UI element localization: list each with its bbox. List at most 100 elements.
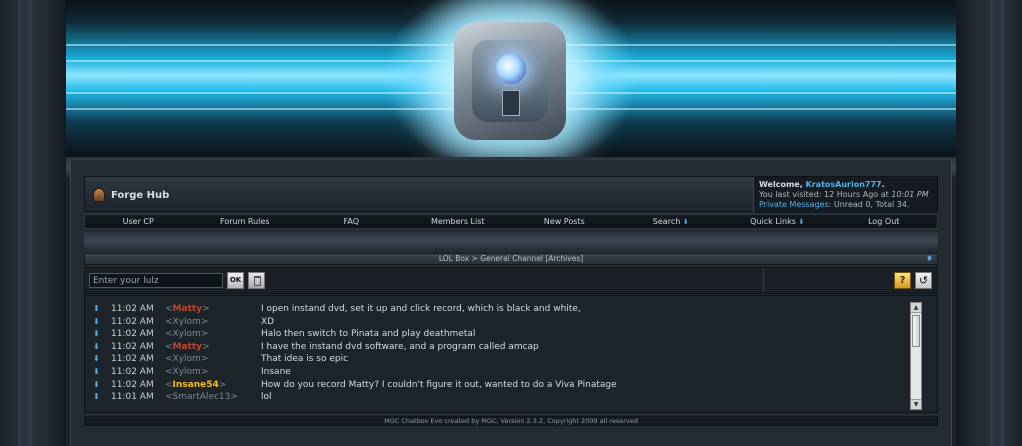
message-author[interactable]: <Xylom> (165, 316, 208, 328)
nav-search[interactable]: Search ⬇ (618, 215, 725, 228)
down-arrow-icon[interactable]: ⬇ (93, 391, 100, 403)
message-time: 11:02 AM (111, 367, 154, 377)
chat-message-row: ⬇ 11:01 AM <SmartAlec13> lol (85, 391, 905, 404)
last-visit-text: You last visited: 12 Hours Ago at (759, 190, 892, 199)
scroll-thumb[interactable] (912, 315, 920, 347)
nav-bar: User CP Forum Rules FAQ Members List New… (84, 214, 938, 229)
welcome-panel: Welcome, KratosAurion777. You last visit… (753, 177, 937, 213)
private-messages-counts: : Unread 0, Total 34. (828, 200, 910, 209)
down-arrow-icon[interactable]: ⬇ (93, 353, 100, 365)
nav-label: Forum Rules (220, 217, 270, 226)
message-text: How do you record Matty? I couldn't figu… (261, 379, 617, 390)
nav-label: User CP (122, 217, 154, 226)
message-author[interactable]: <Matty> (165, 303, 210, 315)
chatbox-title-text: LOL Box > General Channel [Archives] (438, 254, 584, 263)
message-text: I open instand dvd, set it up and click … (261, 304, 581, 314)
message-author[interactable]: <Xylom> (165, 353, 208, 365)
refresh-button[interactable]: ↺ (915, 272, 932, 289)
down-arrow-icon[interactable]: ⬇ (93, 316, 100, 328)
chat-message-row: ⬇ 11:02 AM <Matty> I open instand dvd, set … (85, 303, 905, 316)
message-time: 11:02 AM (111, 354, 154, 365)
author-name[interactable]: Matty (173, 304, 203, 314)
forge-orb-logo (454, 22, 566, 140)
nav-faq[interactable]: FAQ (298, 215, 405, 228)
message-text: XD (261, 316, 275, 327)
message-text: That idea is so epic (261, 354, 349, 365)
message-time: 11:02 AM (111, 316, 154, 327)
author-name[interactable]: Xylom (173, 367, 201, 377)
down-arrow-icon[interactable]: ⬇ (93, 328, 100, 340)
down-arrow-icon[interactable]: ⬇ (93, 366, 100, 378)
message-time: 11:02 AM (111, 341, 154, 352)
nav-label: FAQ (343, 217, 360, 226)
nav-new-posts[interactable]: New Posts (511, 215, 618, 228)
helmet-icon (93, 188, 105, 202)
scroll-up-icon[interactable]: ▲ (911, 303, 921, 313)
welcome-suffix: . (881, 180, 885, 189)
message-text: Insane (261, 367, 291, 377)
author-name[interactable]: Xylom (173, 317, 201, 327)
nav-user-cp[interactable]: User CP (85, 215, 192, 228)
site-name: Forge Hub (111, 189, 170, 201)
message-author[interactable]: <Insane54> (165, 379, 226, 391)
nav-bottom-band (84, 232, 938, 250)
welcome-prefix: Welcome, (759, 180, 806, 189)
dropdown-arrow-icon: ⬇ (682, 218, 689, 226)
chat-message-row: ⬇ 11:02 AM <Insane54> How do you record Mat… (85, 379, 905, 392)
message-text: lol (261, 392, 272, 403)
message-author[interactable]: <Xylom> (165, 366, 208, 378)
right-rail-decoration (956, 0, 1022, 446)
nav-log-out[interactable]: Log Out (831, 215, 938, 228)
author-name[interactable]: Xylom (173, 329, 201, 339)
chat-messages: ▲ ▼ ⬇ 11:02 AM <Matty> I open instand dvd, … (84, 295, 938, 413)
username-link[interactable]: KratosAurion777 (806, 180, 882, 189)
message-time: 11:01 AM (111, 392, 154, 403)
down-arrow-icon[interactable]: ⬇ (93, 341, 100, 353)
message-time: 11:02 AM (111, 329, 154, 340)
nav-label: New Posts (543, 217, 585, 226)
down-arrow-icon[interactable]: ⬇ (93, 303, 100, 315)
chat-message-input[interactable] (89, 273, 223, 288)
message-author[interactable]: <Xylom> (165, 328, 208, 340)
chatbox-title: LOL Box > General Channel [Archives] ♦ (84, 253, 938, 265)
nav-label: Log Out (868, 217, 900, 226)
collapse-icon[interactable]: ♦ (926, 254, 933, 264)
submit-button[interactable]: OK (227, 272, 244, 289)
divider (763, 268, 764, 293)
nav-forum-rules[interactable]: Forum Rules (192, 215, 299, 228)
dropdown-arrow-icon: ⬇ (798, 218, 805, 226)
help-button[interactable]: ? (894, 272, 911, 289)
author-name[interactable]: Insane54 (173, 380, 219, 390)
message-author[interactable]: <Matty> (165, 341, 210, 353)
site-logo[interactable]: Forge Hub (93, 188, 169, 202)
nav-members-list[interactable]: Members List (405, 215, 512, 228)
chat-message-row: ⬇ 11:02 AM <Xylom> XD (85, 316, 905, 329)
site-header: Forge Hub Welcome, KratosAurion777. You … (84, 176, 938, 213)
left-rail-decoration (0, 0, 66, 446)
nav-label: Search (652, 217, 681, 226)
nav-label: Members List (430, 217, 485, 226)
message-author[interactable]: <SmartAlec13> (165, 391, 238, 403)
messages-scrollbar[interactable]: ▲ ▼ (910, 302, 922, 410)
message-time: 11:02 AM (111, 304, 154, 314)
author-name[interactable]: SmartAlec13 (173, 392, 231, 402)
author-name[interactable]: Xylom (173, 354, 201, 364)
chat-message-row: ⬇ 11:02 AM <Xylom> Halo then switch to Pina… (85, 328, 905, 341)
chat-input-row: OK ? ↺ (84, 267, 938, 294)
message-time: 11:02 AM (111, 379, 154, 390)
private-messages-link[interactable]: Private Messages (759, 200, 829, 209)
author-name[interactable]: Matty (173, 342, 203, 352)
message-text: Halo then switch to Pinata and play deat… (261, 329, 476, 340)
nav-label: Quick Links (750, 217, 796, 226)
scroll-down-icon[interactable]: ▼ (911, 399, 921, 409)
chat-message-row: ⬇ 11:02 AM <Matty> I have the instand dvd s… (85, 341, 905, 354)
nav-quick-links[interactable]: Quick Links ⬇ (724, 215, 831, 228)
clear-button[interactable] (248, 272, 265, 289)
down-arrow-icon[interactable]: ⬇ (93, 379, 100, 391)
trash-icon (254, 276, 261, 286)
last-visit-time: 10:01 PM (891, 190, 929, 199)
site-banner (66, 0, 956, 157)
message-text: I have the instand dvd software, and a p… (261, 341, 539, 352)
chat-message-row: ⬇ 11:02 AM <Xylom> Insane (85, 366, 905, 379)
chat-message-row: ⬇ 11:02 AM <Xylom> That idea is so epic (85, 353, 905, 366)
